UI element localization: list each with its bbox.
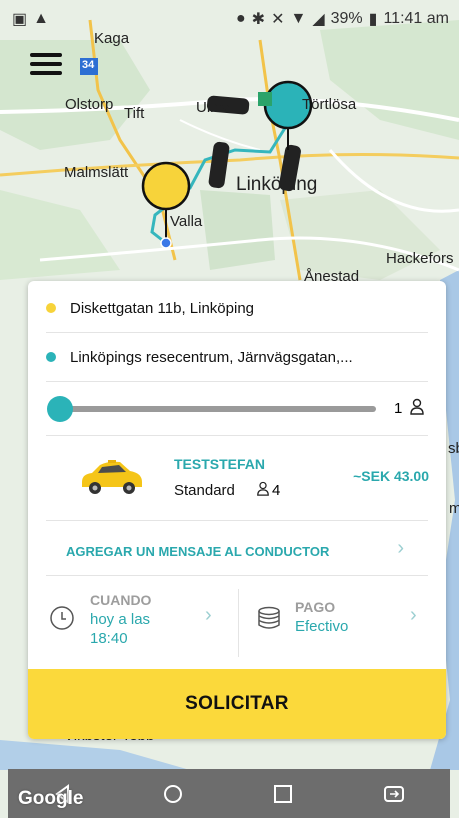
vehicle-class: Standard	[174, 482, 235, 499]
destination-address-text: Linköpings resecentrum, Järnvägsgatan,..…	[70, 348, 353, 366]
pickup-dot	[46, 303, 56, 313]
map-label-sb: sb	[448, 440, 459, 457]
bluetooth-icon: ✱	[251, 11, 266, 28]
driver-message-label: AGREGAR UN MENSAJE AL CONDUCTOR	[66, 544, 330, 559]
wallet-icon	[258, 606, 280, 629]
signal-icon: ◢	[312, 11, 325, 28]
mute-icon: ✕	[271, 11, 285, 28]
map-label-valla: Valla	[170, 213, 203, 230]
taxi-icon	[82, 460, 142, 494]
location-icon: ●	[235, 10, 246, 27]
schedule-button[interactable]: CUANDO hoy a las 18:40 ›	[28, 576, 238, 668]
driver-message-link[interactable]: AGREGAR UN MENSAJE AL CONDUCTOR ›	[28, 521, 446, 575]
passenger-count: 1	[394, 400, 403, 417]
image-notification-icon: ▣	[12, 11, 28, 28]
pickup-address[interactable]: Diskettgatan 11b, Linköping	[46, 284, 428, 332]
clock-icon	[50, 606, 74, 630]
map-label-linkoping: Linköping	[236, 174, 318, 195]
payment-button[interactable]: PAGO Efectivo ›	[239, 576, 446, 668]
home-icon[interactable]	[162, 783, 184, 805]
battery-percent: 39%	[330, 10, 363, 27]
status-bar: ▣ ▲ ● ✱ ✕ ▼ ◢ 39% ▮ 11:41 am	[0, 0, 459, 38]
when-value-line2: 18:40	[90, 630, 128, 647]
map-label-olstorp: Olstorp	[65, 96, 114, 113]
recents-icon[interactable]	[272, 783, 294, 805]
switch-app-icon[interactable]	[382, 783, 406, 805]
payment-value: Efectivo	[295, 618, 349, 635]
vehicle-name: TESTSTEFAN	[174, 456, 266, 472]
person-icon	[410, 398, 424, 415]
google-logo: Google	[18, 788, 84, 809]
person-icon	[257, 481, 269, 496]
vehicle-price: ~SEK 43.00	[353, 468, 429, 484]
slider-track[interactable]	[58, 406, 376, 412]
passenger-slider[interactable]: 1	[28, 382, 446, 434]
road-shield-label: 34	[82, 59, 95, 71]
map-label-tift: Tift	[124, 105, 145, 122]
when-value-line1: hoy a las	[90, 611, 151, 628]
request-ride-button[interactable]: SOLICITAR	[28, 669, 446, 739]
chevron-right-icon: ›	[397, 537, 404, 559]
vehicle-option[interactable]: TESTSTEFAN Standard 4 ~SEK 43.00	[28, 436, 446, 520]
pickup-address-text: Diskettgatan 11b, Linköping	[70, 299, 255, 317]
battery-icon: ▮	[368, 11, 378, 28]
destination-address[interactable]: Linköpings resecentrum, Järnvägsgatan,..…	[46, 333, 428, 381]
chevron-right-icon: ›	[205, 604, 212, 626]
clock-time: 11:41 am	[383, 10, 449, 27]
chevron-right-icon: ›	[410, 604, 417, 626]
slider-thumb[interactable]	[47, 396, 73, 422]
map-label-tortlosa: Törtlösa	[302, 96, 357, 113]
map-label-hackefors: Hackefors	[386, 250, 454, 267]
payment-label: PAGO	[295, 599, 336, 615]
menu-icon[interactable]	[30, 50, 62, 78]
when-label: CUANDO	[90, 592, 152, 608]
map-label-ullevi: Ullevi	[196, 99, 233, 116]
wifi-icon: ▼	[290, 10, 307, 27]
warning-icon: ▲	[33, 10, 49, 27]
vehicle-capacity: 4	[272, 482, 281, 499]
map-label-malmslatt: Malmslätt	[64, 164, 129, 181]
destination-dot	[46, 352, 56, 362]
booking-card: Diskettgatan 11b, Linköping Linköpings r…	[28, 281, 446, 739]
map-label-m: m	[449, 500, 459, 517]
